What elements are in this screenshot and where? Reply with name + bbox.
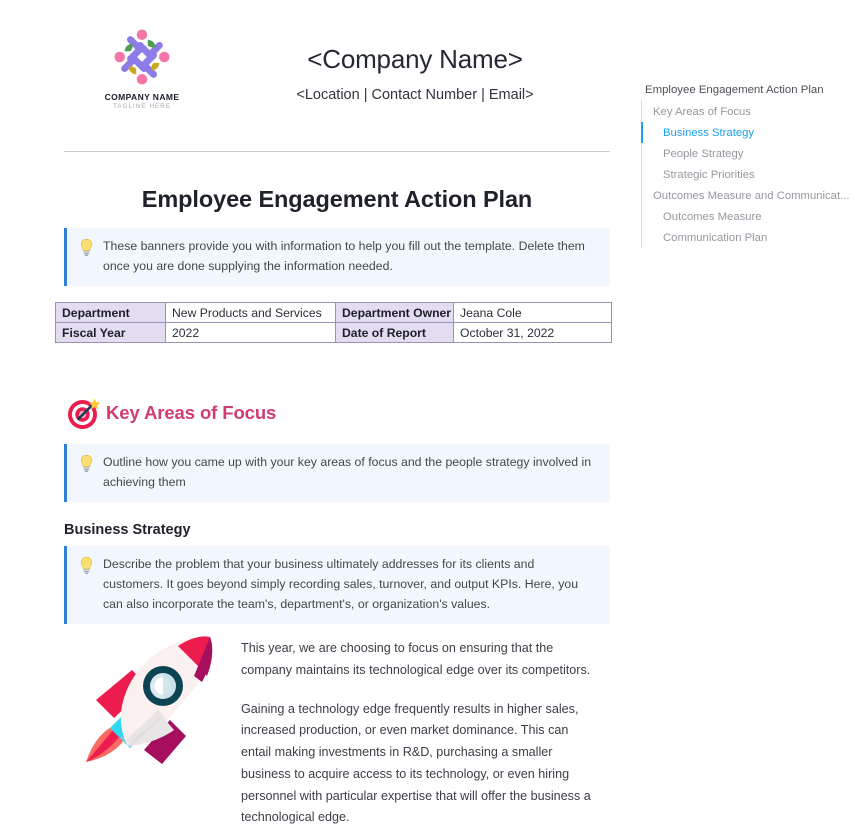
business-strategy-body: This year, we are choosing to focus on e… <box>241 638 593 829</box>
table-cell-value-department-owner[interactable]: Jeana Cole <box>453 302 612 323</box>
paragraph-1: This year, we are choosing to focus on e… <box>241 641 591 677</box>
subsection-heading-business-strategy: Business Strategy <box>64 522 191 538</box>
lightbulb-icon <box>80 556 93 574</box>
info-banner-intro-text: These banners provide you with informati… <box>103 239 585 273</box>
outline-list: Key Areas of Focus Business Strategy Peo… <box>636 101 868 248</box>
report-info-table: Department New Products and Services Dep… <box>55 302 612 343</box>
outline-item-key-areas-of-focus[interactable]: Key Areas of Focus <box>636 101 868 122</box>
document-page: COMPANY NAME TAGLINE HERE <Company Name>… <box>0 0 868 836</box>
outline-item-outcomes-measure[interactable]: Outcomes Measure <box>636 206 868 227</box>
lightbulb-icon <box>80 238 93 256</box>
outline-title: Employee Engagement Action Plan <box>645 84 824 96</box>
document-outline-panel: Employee Engagement Action Plan Key Area… <box>636 0 868 836</box>
outline-item-communication-plan[interactable]: Communication Plan <box>636 227 868 248</box>
table-cell-label-date-of-report: Date of Report <box>335 322 454 343</box>
document-header: COMPANY NAME TAGLINE HERE <Company Name>… <box>64 22 610 142</box>
outline-item-strategic-priorities[interactable]: Strategic Priorities <box>636 164 868 185</box>
section-heading-key-areas: Key Areas of Focus <box>64 393 276 433</box>
info-banner-intro: These banners provide you with informati… <box>64 228 610 286</box>
people-pinwheel-logo-icon <box>114 29 170 85</box>
outline-item-outcomes-measure-and-communication[interactable]: Outcomes Measure and Communicat... <box>636 185 868 206</box>
table-cell-value-fiscal-year[interactable]: 2022 <box>165 322 336 343</box>
logo-company-name: COMPANY NAME <box>104 92 180 102</box>
info-banner-key-areas: Outline how you came up with your key ar… <box>64 444 610 502</box>
outline-item-business-strategy[interactable]: Business Strategy <box>636 122 868 143</box>
header-titles: <Company Name> <Location | Contact Numbe… <box>220 22 610 103</box>
rocket-icon <box>86 636 213 764</box>
table-cell-label-department-owner: Department Owner <box>335 302 454 323</box>
header-divider <box>64 151 610 152</box>
company-contact-placeholder: <Location | Contact Number | Email> <box>296 87 534 104</box>
company-name-placeholder: <Company Name> <box>307 44 523 74</box>
document-body: COMPANY NAME TAGLINE HERE <Company Name>… <box>0 0 636 836</box>
table-row: Department New Products and Services Dep… <box>55 302 612 323</box>
lightbulb-icon <box>80 454 93 472</box>
company-logo: COMPANY NAME TAGLINE HERE <box>64 22 220 110</box>
table-cell-value-date-of-report[interactable]: October 31, 2022 <box>453 322 612 343</box>
outline-item-people-strategy[interactable]: People Strategy <box>636 143 868 164</box>
logo-tagline: TAGLINE HERE <box>112 103 172 110</box>
table-cell-value-department[interactable]: New Products and Services <box>165 302 336 323</box>
section-heading-key-areas-text: Key Areas of Focus <box>106 402 277 423</box>
table-row: Fiscal Year 2022 Date of Report October … <box>55 322 612 343</box>
info-banner-business-strategy: Describe the problem that your business … <box>64 546 610 624</box>
paragraph-2: Gaining a technology edge frequently res… <box>241 701 591 825</box>
table-cell-label-department: Department <box>55 302 166 323</box>
target-dart-icon <box>68 398 101 429</box>
info-banner-key-areas-text: Outline how you came up with your key ar… <box>103 455 592 489</box>
page-title: Employee Engagement Action Plan <box>141 186 533 212</box>
rocket-illustration <box>66 624 226 784</box>
info-banner-business-strategy-text: Describe the problem that your business … <box>103 557 579 611</box>
table-cell-label-fiscal-year: Fiscal Year <box>55 322 166 343</box>
